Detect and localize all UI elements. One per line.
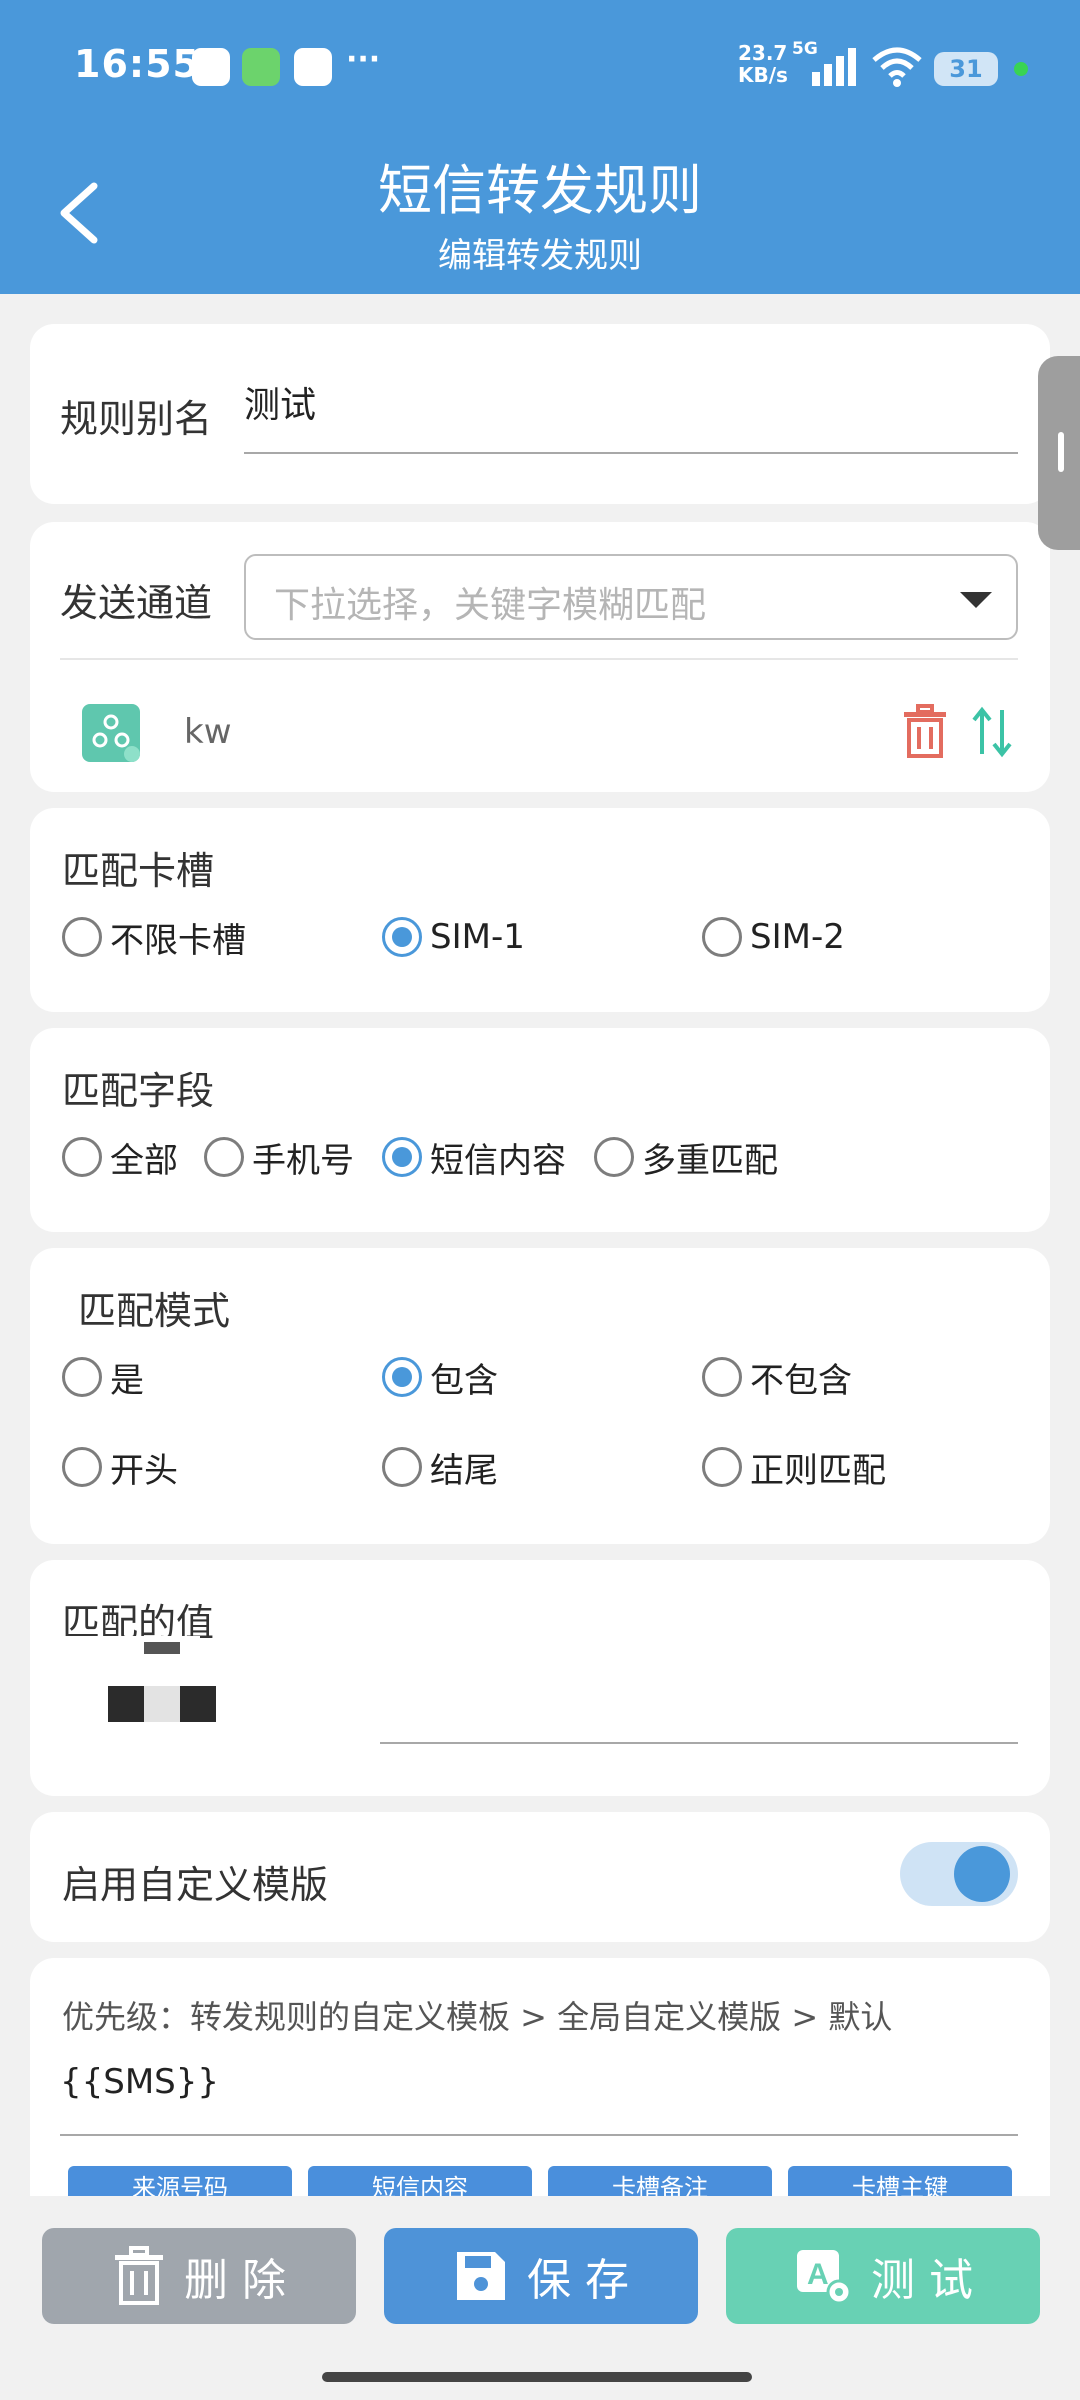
radio-circle-selected [382,1357,422,1397]
chip-slot-key[interactable]: 卡槽主键 [788,2166,1012,2196]
network-speed: 23.7 KB/s 5G [738,39,818,87]
template-priority-hint: 优先级：转发规则的自定义模板 > 全局自定义模版 > 默认 [62,1998,893,2036]
radio-sim-1[interactable]: SIM-1 [382,912,525,962]
webhook-icon [82,704,140,762]
sim-slot-label: 匹配卡槽 [62,849,215,893]
channel-select[interactable]: 下拉选择，关键字模糊匹配 [244,554,1018,640]
template-input[interactable]: {{SMS}} [60,2062,219,2102]
match-field-card: 匹配字段 全部 手机号 短信内容 多重匹配 [30,1028,1050,1232]
app-logo-icon [294,48,332,86]
radio-field-all[interactable]: 全部 [62,1132,178,1182]
radio-circle-selected [382,1137,422,1177]
edge-handle-grip [1058,432,1064,472]
battery-indicator: 31 [934,52,998,86]
radio-mode-not-contains[interactable]: 不包含 [702,1352,852,1402]
radio-field-multi[interactable]: 多重匹配 [594,1132,778,1182]
match-value-underline [380,1742,1018,1744]
radio-circle [62,1137,102,1177]
radio-sim-2[interactable]: SIM-2 [702,912,845,962]
match-value-input[interactable] [380,1640,1018,1700]
page-subtitle: 编辑转发规则 [438,236,642,276]
dropdown-caret-icon[interactable] [960,592,992,608]
radio-field-content[interactable]: 短信内容 [382,1132,566,1182]
bottom-action-bar: 删 除 保 存 A 测 试 [0,2196,1080,2400]
radio-mode-starts-with[interactable]: 开头 [62,1442,178,1492]
channel-item-name: kw [184,712,232,752]
radio-mode-ends-with[interactable]: 结尾 [382,1442,498,1492]
save-button-label: 保 存 [527,2255,629,2306]
radio-circle [702,917,742,957]
chip-slot-note[interactable]: 卡槽备注 [548,2166,772,2196]
app-header: 短信转发规则 编辑转发规则 [0,130,1080,294]
test-icon: A [797,2250,852,2305]
trash-icon[interactable] [900,704,950,760]
tool-app-icon [242,48,280,86]
page-title: 短信转发规则 [378,159,702,222]
radio-mode-contains[interactable]: 包含 [382,1352,498,1402]
radio-circle [702,1357,742,1397]
radio-circle [594,1137,634,1177]
radio-circle [204,1137,244,1177]
match-mode-card: 匹配模式 是 包含 不包含 开头 结尾 正则匹配 [30,1248,1050,1544]
channel-card: 发送通道 下拉选择，关键字模糊匹配 kw [30,522,1050,792]
radio-field-phone[interactable]: 手机号 [204,1132,354,1182]
redacted-value-block [30,1636,216,1738]
radio-sim-any[interactable]: 不限卡槽 [62,912,246,962]
radio-circle-selected [382,917,422,957]
network-speed-unit: KB/s [738,63,788,87]
chip-source-number[interactable]: 来源号码 [68,2166,292,2196]
svg-text:A: A [807,2258,829,2291]
test-button-label: 测 试 [871,2255,973,2306]
trash-icon [115,2246,163,2305]
channel-select-placeholder: 下拉选择，关键字模糊匹配 [274,585,707,626]
toggle-knob [954,1846,1010,1902]
swap-vertical-icon[interactable] [972,706,1012,758]
alias-underline [244,452,1018,454]
save-button[interactable]: 保 存 [384,2228,698,2324]
alias-input[interactable]: 测试 [244,376,316,428]
mail-app-icon [192,48,230,86]
radio-mode-regex[interactable]: 正则匹配 [702,1442,886,1492]
channel-list-item[interactable]: kw [60,674,1018,774]
radio-circle [382,1447,422,1487]
home-indicator[interactable] [322,2372,752,2382]
alias-card: 规则别名 测试 [30,324,1050,504]
delete-button-label: 删 除 [184,2255,286,2306]
radio-circle [62,917,102,957]
signal-icon [812,48,856,86]
delete-button[interactable]: 删 除 [42,2228,356,2324]
template-underline [60,2134,1018,2136]
match-value-card: 匹配的值 [30,1560,1050,1796]
custom-template-label: 启用自定义模版 [62,1863,329,1907]
more-notifications: ··· [346,42,381,77]
charging-dot [1014,62,1028,76]
sim-slot-card: 匹配卡槽 不限卡槽 SIM-1 SIM-2 [30,808,1050,1012]
radio-circle [62,1447,102,1487]
wifi-icon [872,47,922,87]
status-time: 16:55 [74,42,200,86]
chip-sms-content[interactable]: 短信内容 [308,2166,532,2196]
match-mode-label: 匹配模式 [78,1289,231,1333]
custom-template-card: 启用自定义模版 [30,1812,1050,1942]
radio-circle [62,1357,102,1397]
test-button[interactable]: A 测 试 [726,2228,1040,2324]
save-icon [457,2252,505,2300]
match-field-label: 匹配字段 [62,1069,215,1113]
network-speed-value: 23.7 [738,41,788,65]
channel-label: 发送通道 [60,581,213,625]
radio-circle [702,1447,742,1487]
custom-template-toggle[interactable] [900,1842,1018,1906]
status-bar: 16:55 ··· 23.7 KB/s 5G 31 [0,0,1080,130]
divider [60,658,1018,660]
alias-label: 规则别名 [60,397,213,441]
radio-mode-equals[interactable]: 是 [62,1352,144,1402]
